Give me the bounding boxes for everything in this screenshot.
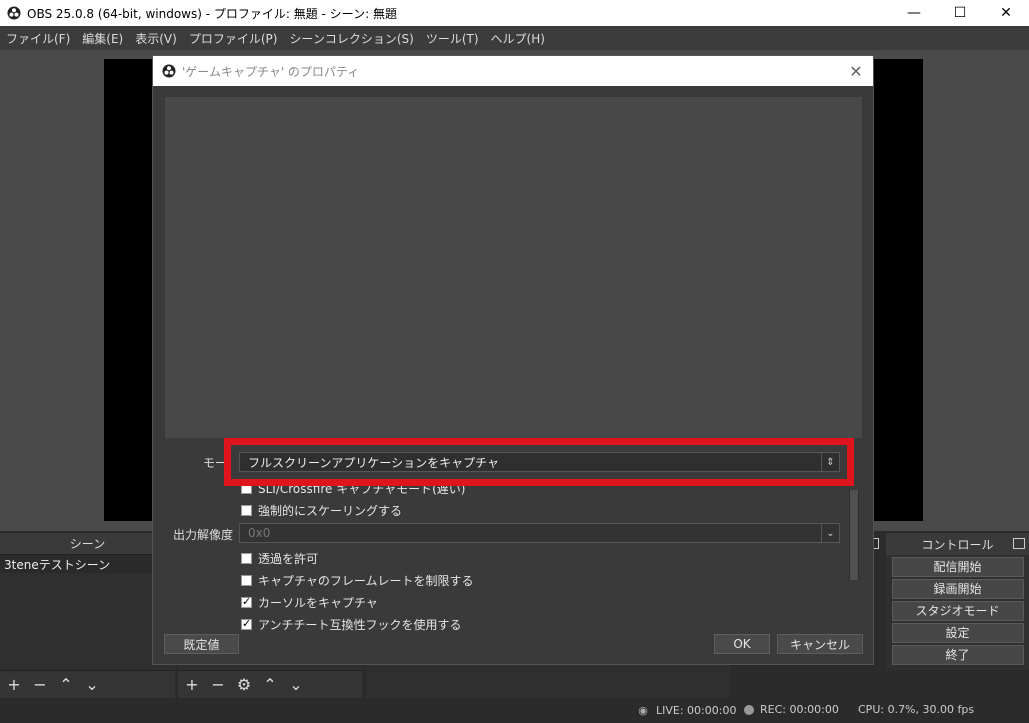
capture-preview [165, 97, 862, 438]
limit-framerate-checkbox[interactable] [241, 575, 252, 586]
maximize-button[interactable]: ☐ [937, 0, 983, 26]
limit-framerate-row: キャプチャのフレームレートを制限する [241, 572, 474, 589]
scenes-header: シーン [0, 533, 175, 555]
chevron-down-icon: ⌄ [821, 524, 839, 542]
exit-button[interactable]: 終了 [891, 645, 1024, 665]
move-down-icon[interactable]: ⌄ [82, 675, 102, 695]
properties-scrollbar[interactable] [849, 490, 859, 580]
scrollbar-thumb[interactable] [850, 490, 858, 580]
cancel-button[interactable]: キャンセル [777, 634, 863, 654]
broadcast-icon: ◉ [638, 703, 648, 717]
mode-select-value: フルスクリーンアプリケーションをキャプチャ [248, 455, 500, 470]
rec-time: REC: 00:00:00 [760, 703, 839, 716]
capture-cursor-checkbox[interactable] [241, 595, 252, 608]
force-scaling-row: 強制的にスケーリングする [241, 502, 402, 519]
gear-icon[interactable]: ⚙ [234, 675, 254, 695]
capture-cursor-row: カーソルをキャプチャ [241, 594, 378, 611]
remove-scene-icon[interactable]: − [30, 675, 50, 695]
defaults-button[interactable]: 既定値 [164, 634, 239, 654]
output-res-value: 0x0 [248, 526, 271, 540]
move-up-icon[interactable]: ⌃ [56, 675, 76, 695]
move-down-icon[interactable]: ⌄ [286, 675, 306, 695]
undock-icon[interactable] [1013, 538, 1025, 549]
anticheat-row: アンチチート互換性フックを使用する [241, 616, 462, 631]
live-status: ◉ LIVE: 00:00:00 [636, 703, 736, 717]
properties-panel: モー フルスクリーンアプリケーションをキャプチャ ⇕ SLI/Crossfire… [153, 446, 875, 631]
anticheat-checkbox[interactable] [241, 617, 252, 630]
scenes-dock: シーン 3teneテストシーン + − ⌃ ⌄ [0, 533, 175, 698]
obs-logo-icon [162, 64, 176, 78]
sources-toolbar: + − ⚙ ⌃ ⌄ [178, 670, 362, 698]
record-dot-icon [744, 704, 754, 715]
sli-option-row: SLI/Crossfire キャプチャモード(遅い) [241, 480, 465, 497]
sli-label: SLI/Crossfire キャプチャモード(遅い) [258, 482, 466, 496]
ok-button[interactable]: OK [714, 634, 770, 654]
cpu-usage: CPU: 0.7%, 30.00 fps [858, 703, 975, 716]
mode-label: モー [203, 456, 228, 470]
menu-help[interactable]: ヘルプ(H) [485, 30, 551, 47]
cpu-status: CPU: 0.7%, 30.00 fps [858, 703, 974, 716]
properties-dialog: 'ゲームキャプチャ' のプロパティ ✕ モー フルスクリーンアプリケーションをキ… [152, 55, 874, 665]
close-icon[interactable]: ✕ [847, 62, 865, 81]
dialog-titlebar: 'ゲームキャプチャ' のプロパティ ✕ [153, 56, 873, 86]
status-bar: ◉ LIVE: 00:00:00 REC: 00:00:00 CPU: 0.7%… [0, 698, 1029, 723]
obs-logo-icon [7, 6, 21, 20]
transparency-row: 透過を許可 [241, 550, 318, 567]
dialog-title: 'ゲームキャプチャ' のプロパティ [182, 64, 360, 79]
menu-file[interactable]: ファイル(F) [0, 30, 76, 47]
force-scaling-checkbox[interactable] [241, 505, 252, 516]
menu-bar: ファイル(F) 編集(E) 表示(V) プロファイル(P) シーンコレクション(… [0, 26, 1029, 50]
menu-tools[interactable]: ツール(T) [420, 30, 485, 47]
transparency-checkbox[interactable] [241, 553, 252, 564]
updown-arrow-icon: ⇕ [821, 453, 839, 471]
scene-item[interactable]: 3teneテストシーン [0, 555, 175, 573]
studio-mode-button[interactable]: スタジオモード [891, 601, 1024, 621]
controls-header: コントロール [886, 533, 1029, 555]
start-recording-button[interactable]: 録画開始 [891, 579, 1024, 599]
controls-title: コントロール [921, 537, 994, 552]
anticheat-label: アンチチート互換性フックを使用する [258, 618, 462, 631]
limit-framerate-label: キャプチャのフレームレートを制限する [258, 574, 474, 588]
minimize-button[interactable]: — [891, 0, 937, 26]
move-up-icon[interactable]: ⌃ [260, 675, 280, 695]
settings-button[interactable]: 設定 [891, 623, 1024, 643]
output-res-label: 出力解像度 [173, 528, 234, 542]
mode-row: モー [203, 454, 227, 471]
capture-cursor-label: カーソルをキャプチャ [258, 596, 378, 610]
menu-profile[interactable]: プロファイル(P) [183, 30, 284, 47]
rec-status: REC: 00:00:00 [744, 703, 839, 716]
live-time: LIVE: 00:00:00 [656, 703, 737, 717]
mode-select[interactable]: フルスクリーンアプリケーションをキャプチャ ⇕ [239, 452, 840, 472]
close-window-button[interactable]: ✕ [983, 0, 1029, 26]
menu-edit[interactable]: 編集(E) [76, 30, 129, 47]
scenes-toolbar: + − ⌃ ⌄ [0, 670, 175, 698]
remove-source-icon[interactable]: − [208, 675, 228, 695]
output-res-row: 出力解像度 [173, 526, 233, 543]
add-scene-icon[interactable]: + [4, 675, 24, 695]
window-titlebar: OBS 25.0.8 (64-bit, windows) - プロファイル: 無… [0, 0, 1029, 26]
menu-scene-collection[interactable]: シーンコレクション(S) [283, 30, 419, 47]
window-title: OBS 25.0.8 (64-bit, windows) - プロファイル: 無… [27, 6, 397, 21]
add-source-icon[interactable]: + [182, 675, 202, 695]
menu-view[interactable]: 表示(V) [129, 30, 183, 47]
transparency-label: 透過を許可 [258, 552, 319, 566]
controls-dock: コントロール 配信開始 録画開始 スタジオモード 設定 終了 [886, 533, 1029, 670]
output-res-select[interactable]: 0x0 ⌄ [239, 523, 840, 543]
sli-checkbox[interactable] [241, 483, 252, 494]
start-streaming-button[interactable]: 配信開始 [891, 557, 1024, 577]
force-scaling-label: 強制的にスケーリングする [258, 504, 403, 518]
